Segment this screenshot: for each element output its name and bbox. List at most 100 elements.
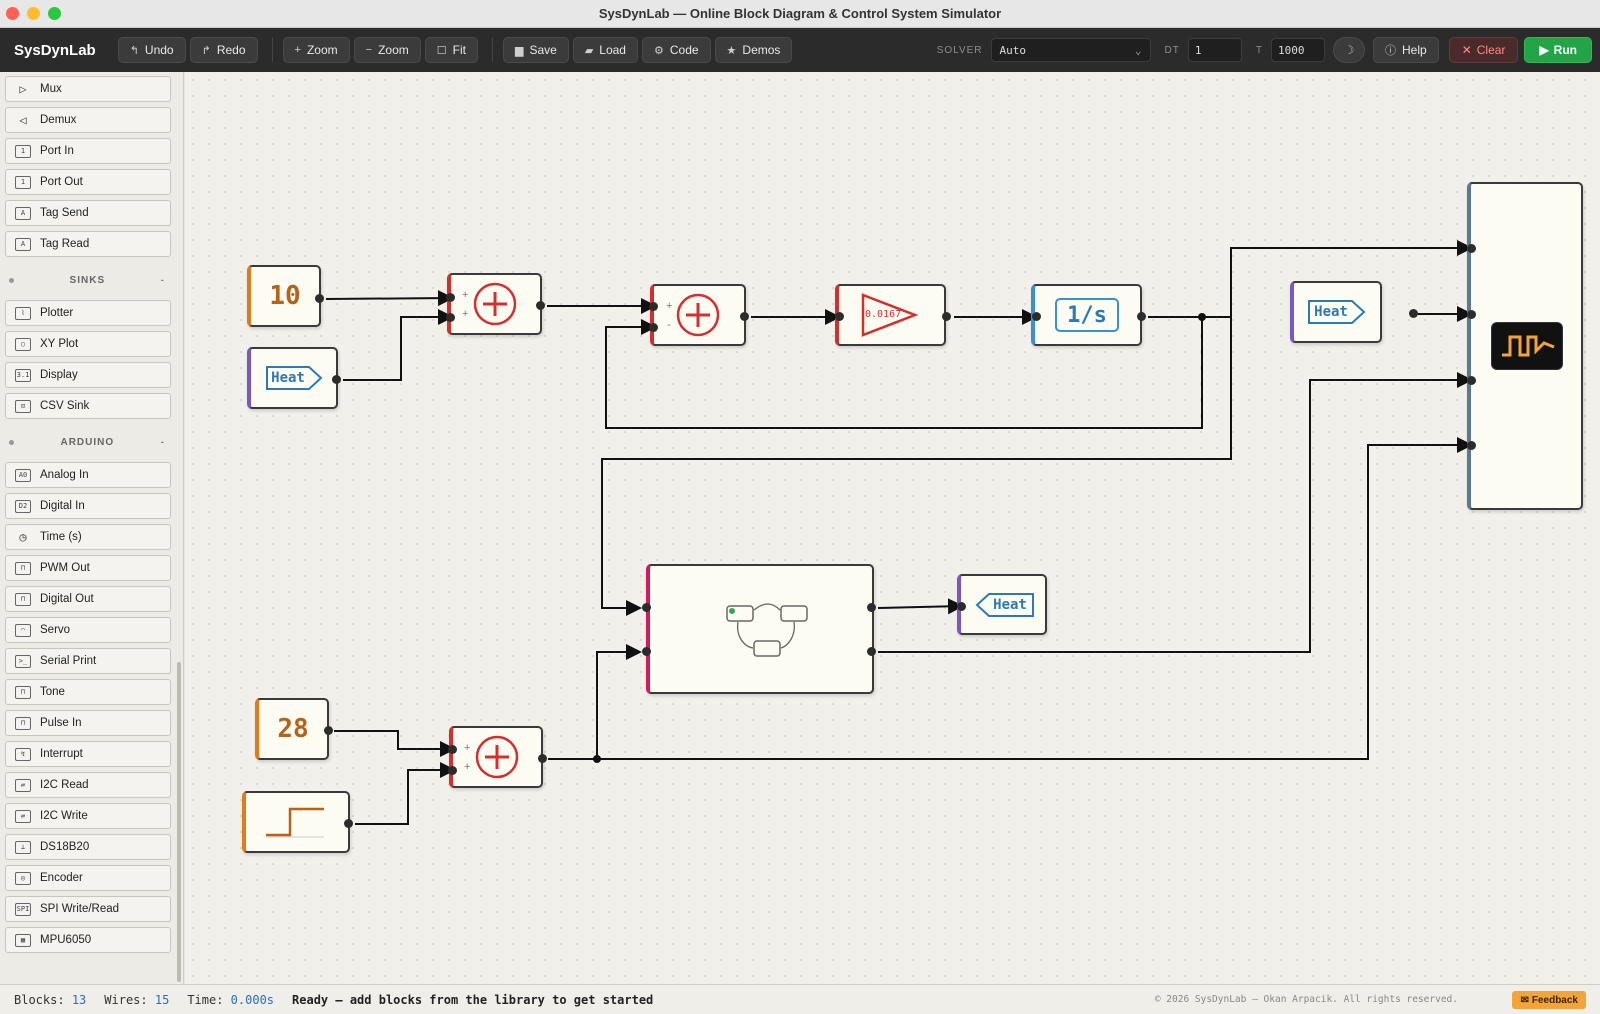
state-chart-block[interactable] [646, 564, 874, 694]
sidebar-item-encoder[interactable]: ◎ Encoder [5, 865, 171, 891]
output-port[interactable] [942, 312, 951, 321]
sidebar-item-interrupt[interactable]: ↯ Interrupt [5, 741, 171, 767]
sidebar-item-pwm-out[interactable]: ⊓ PWM Out [5, 555, 171, 581]
input-port[interactable] [1467, 244, 1476, 253]
input-port[interactable] [649, 302, 658, 311]
gain-block[interactable]: 0.0167 [835, 284, 946, 346]
diagram-canvas[interactable]: 10 Heat + + + - 0.0167 1/s Heat Heat 28 … [185, 72, 1600, 984]
help-button[interactable]: ⓘ Help [1373, 37, 1439, 63]
wire-const10-to-sum1[interactable] [325, 290, 454, 307]
t-input[interactable]: 1000 [1271, 38, 1325, 62]
sum-block[interactable]: + - [650, 284, 746, 346]
sidebar-item-ds18b20[interactable]: ⊥ DS18B20 [5, 834, 171, 860]
input-port[interactable] [1467, 310, 1476, 319]
undo-button[interactable]: ↰ Undo [117, 37, 186, 63]
sum-block[interactable]: + + [449, 726, 543, 788]
constant-block[interactable]: 10 [247, 265, 321, 327]
sidebar-item-spi[interactable]: SPI SPI Write/Read [5, 896, 171, 922]
run-button[interactable]: ▶ Run [1524, 37, 1592, 63]
block-library-sidebar: ▷ Mux ◁ Demux 1 Port In 1 Port Out A Tag Send… [0, 72, 184, 984]
sum-icon [475, 735, 519, 779]
clear-button[interactable]: ✕ Clear [1448, 37, 1519, 63]
wire-const28-to-sum3[interactable] [334, 730, 456, 757]
sum-block[interactable]: + + [447, 273, 542, 335]
tag-send-block[interactable]: Heat [957, 574, 1047, 635]
output-port[interactable] [315, 294, 324, 303]
output-port[interactable] [536, 301, 545, 310]
input-port[interactable] [446, 313, 455, 322]
fit-icon: ☐ [436, 44, 447, 57]
output-port[interactable] [538, 754, 547, 763]
redo-button[interactable]: ↱ Redo [189, 37, 258, 63]
sidebar-item-plotter[interactable]: ⌇ Plotter [5, 300, 171, 326]
output-port[interactable] [1409, 309, 1418, 318]
fit-button[interactable]: ☐ Fit [424, 37, 478, 63]
input-port[interactable] [448, 766, 457, 775]
sidebar-item-csv-sink[interactable]: ⊡ CSV Sink [5, 393, 171, 419]
scope-block[interactable] [1467, 182, 1583, 510]
output-port[interactable] [740, 312, 749, 321]
wire-heat-to-sum1[interactable] [343, 309, 454, 381]
output-port[interactable] [332, 375, 341, 384]
output-port[interactable] [867, 603, 876, 612]
minimize-window-button[interactable] [27, 7, 40, 20]
save-button[interactable]: ▆ Save [502, 37, 569, 63]
output-port[interactable] [867, 647, 876, 656]
tag-read-block[interactable]: Heat [1290, 281, 1382, 343]
load-button[interactable]: ▰ Load [572, 37, 638, 63]
sidebar-item-digital-out[interactable]: ⊓ Digital Out [5, 586, 171, 612]
output-port[interactable] [324, 726, 333, 735]
sidebar-item-time[interactable]: ◷ Time (s) [5, 524, 171, 550]
pulse-icon: ⊓ [15, 716, 31, 730]
sidebar-item-tag-read[interactable]: A Tag Read [5, 231, 171, 257]
input-port[interactable] [1467, 441, 1476, 450]
code-button[interactable]: ⚙ Code [641, 37, 711, 63]
maximize-window-button[interactable] [48, 7, 61, 20]
tag-read-block[interactable]: Heat [247, 347, 338, 409]
sidebar-item-servo[interactable]: ◠ Servo [5, 617, 171, 643]
integrator-block[interactable]: 1/s [1031, 284, 1142, 346]
demos-button[interactable]: ★ Demos [714, 37, 793, 63]
sidebar-item-xy-plot[interactable]: ○ XY Plot [5, 331, 171, 357]
input-port[interactable] [448, 745, 457, 754]
sidebar-section-sinks[interactable]: SINKS - [5, 269, 171, 291]
sidebar-item-port-out[interactable]: 1 Port Out [5, 169, 171, 195]
zoom-in-button[interactable]: + Zoom [282, 37, 350, 63]
sidebar-item-i2c-read[interactable]: ⇄ I2C Read [5, 772, 171, 798]
input-port[interactable] [642, 603, 651, 612]
solver-select[interactable]: Auto ⌄ [990, 38, 1151, 62]
sidebar-item-demux[interactable]: ◁ Demux [5, 107, 171, 133]
sidebar-item-tag-send[interactable]: A Tag Send [5, 200, 171, 226]
input-port[interactable] [957, 602, 966, 611]
input-port[interactable] [642, 647, 651, 656]
wire-sum3-to-statechart[interactable] [548, 644, 642, 760]
dt-input[interactable]: 1 [1187, 38, 1242, 62]
input-port[interactable] [649, 323, 658, 332]
sidebar-item-pulse-in[interactable]: ⊓ Pulse In [5, 710, 171, 736]
sidebar-item-analog-in[interactable]: A0 Analog In [5, 462, 171, 488]
sidebar-item-display[interactable]: 3.1 Display [5, 362, 171, 388]
sidebar-item-mpu6050[interactable]: ▦ MPU6050 [5, 927, 171, 953]
sidebar-section-arduino[interactable]: ARDUINO - [5, 431, 171, 453]
sidebar-item-tone[interactable]: ⊓ Tone [5, 679, 171, 705]
step-block[interactable] [242, 791, 350, 853]
sidebar-scrollbar[interactable] [177, 662, 181, 982]
close-window-button[interactable] [6, 7, 19, 20]
sidebar-item-port-in[interactable]: 1 Port In [5, 138, 171, 164]
sidebar-item-digital-in[interactable]: D2 Digital In [5, 493, 171, 519]
wire-statechart-to-tagsend[interactable] [877, 598, 964, 615]
sidebar-item-mux[interactable]: ▷ Mux [5, 76, 171, 102]
input-port[interactable] [1032, 312, 1041, 321]
feedback-button[interactable]: ✉ Feedback [1512, 991, 1586, 1009]
zoom-out-button[interactable]: − Zoom [353, 37, 421, 63]
sidebar-item-i2c-write[interactable]: ⇄ I2C Write [5, 803, 171, 829]
output-port[interactable] [1137, 312, 1146, 321]
output-port[interactable] [344, 819, 353, 828]
input-port[interactable] [1467, 376, 1476, 385]
constant-block[interactable]: 28 [255, 698, 329, 760]
input-port[interactable] [446, 293, 455, 302]
input-port[interactable] [835, 312, 844, 321]
sidebar-item-serial-print[interactable]: >_ Serial Print [5, 648, 171, 674]
wire-step-to-sum3[interactable] [355, 762, 456, 825]
theme-toggle-button[interactable]: ☽ [1333, 37, 1365, 63]
